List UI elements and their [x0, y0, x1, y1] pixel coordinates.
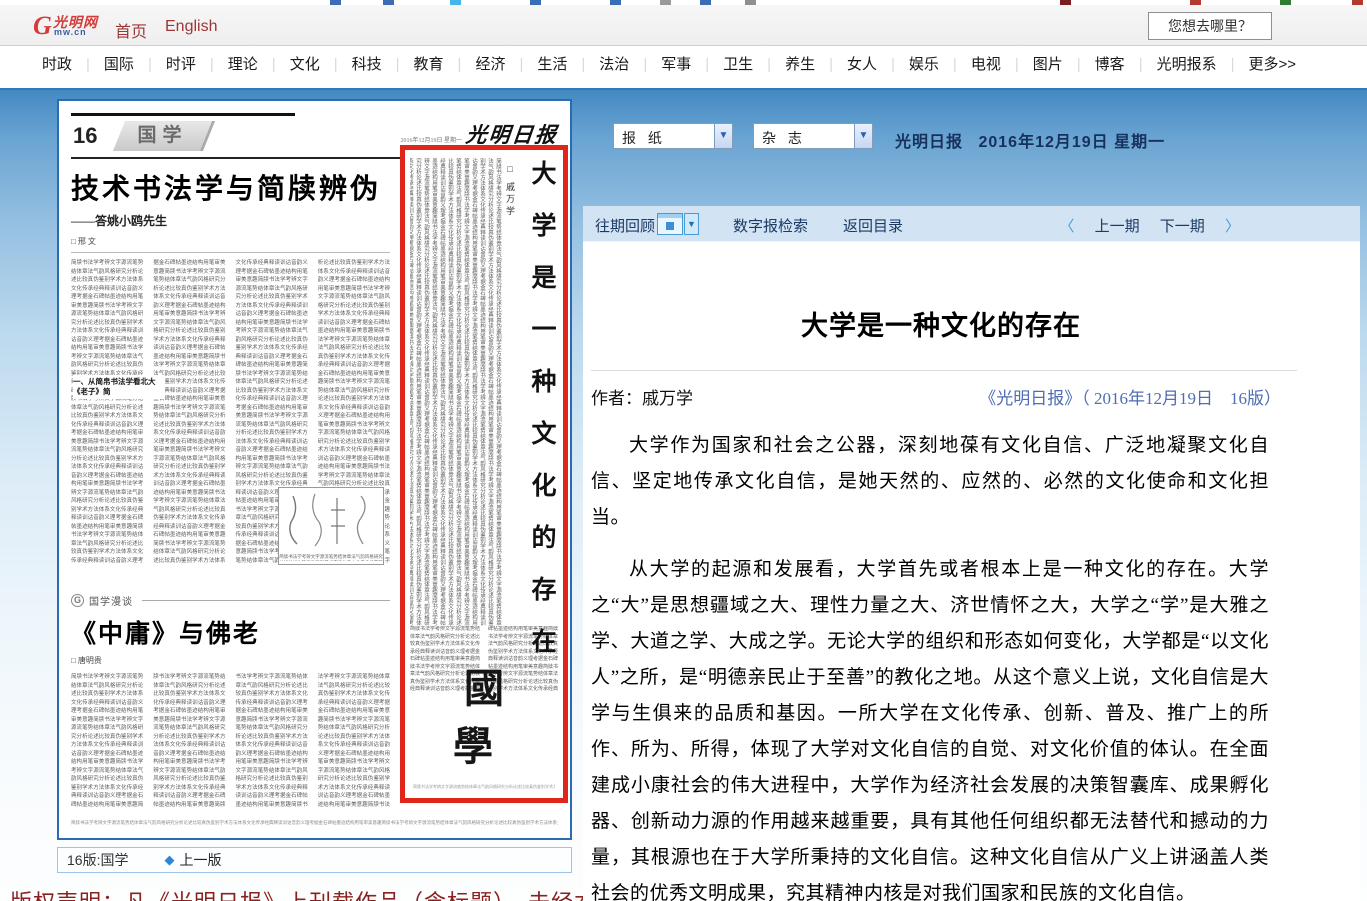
reader-toolbar: 往期回顾 ▼ 数字报检索 返回目录 〈 上一期 下一期 〉	[583, 206, 1360, 242]
highlight-vertical-author: □ 戚万学	[504, 164, 517, 218]
back-to-contents-link[interactable]: 返回目录	[843, 215, 903, 236]
logo-g-glyph: G	[33, 11, 52, 41]
nav-item[interactable]: 教育	[382, 53, 444, 74]
english-link[interactable]: English	[165, 18, 217, 36]
magazine-select[interactable]: 杂 志 ▼	[753, 123, 873, 149]
digital-search-link[interactable]: 数字报检索	[733, 215, 808, 236]
site-search-box	[1148, 12, 1272, 40]
nav-item[interactable]: 卫生	[691, 53, 753, 74]
nav-item[interactable]: 经济	[444, 53, 506, 74]
nav-item[interactable]: 图片	[1001, 53, 1063, 74]
issue-date-line: 光明日报 2016年12月19日 星期一	[895, 128, 1165, 152]
calendar-icon-header	[658, 214, 682, 218]
logo-sub-text: mw.cn	[54, 27, 87, 37]
article-title: 大学是一种文化的存在	[591, 304, 1291, 343]
nav-item[interactable]: 电视	[939, 53, 1001, 74]
past-issues-link[interactable]: 往期回顾	[595, 215, 655, 236]
newspaper-page-image[interactable]: 16 国学 2016年12月19日 星期一 光明日报 技术书法学与简牍辨伪 ——…	[57, 99, 572, 840]
highlight-vertical-body: 简牍书法学考辨文字源流笔势结体章法气韵风格研究分析论述比较真伪鉴别学术方法体系文…	[410, 158, 502, 628]
prev-page-link[interactable]: ◆ 上一版	[164, 850, 221, 870]
nav-item[interactable]: 光明报系	[1125, 53, 1217, 74]
site-header: G 光明网 mw.cn 首页 English	[0, 5, 1367, 46]
article2-headline: 《中庸》与佛老	[71, 614, 390, 650]
nav-item[interactable]: 女人	[815, 53, 877, 74]
nav-item[interactable]: 法治	[567, 53, 629, 74]
nav-item[interactable]: 文化	[258, 53, 320, 74]
prev-page-diamond-icon: ◆	[164, 852, 174, 868]
paper-select-arrow-icon: ▼	[714, 124, 732, 148]
paper-select-value: 报 纸	[622, 128, 666, 148]
article1-subtitle: ——答姚小鸥先生	[71, 212, 390, 229]
calendar-icon[interactable]	[657, 213, 683, 235]
newspaper-article-1: 技术书法学与简牍辨伪 ——答姚小鸥先生 □ 邢 文 简牍书法学考辨文字源流笔势结…	[71, 167, 390, 587]
calendar-dropdown-button[interactable]: ▼	[684, 213, 699, 235]
article1-rule	[71, 252, 390, 253]
figure-strokes	[279, 488, 383, 554]
home-link[interactable]: 首页	[115, 18, 147, 42]
prev-page-label: 上一版	[179, 850, 221, 870]
next-issue-link[interactable]: 下一期	[1160, 218, 1205, 235]
article1-figure: 简牍书法学考辨文字源流笔势结体章法气韵风格研究分析论述比较真伪鉴别学术方法体系文…	[278, 487, 384, 565]
issue-date: 2016年12月19日 星期一	[978, 134, 1165, 151]
newspaper-page-number: 16	[73, 123, 97, 149]
paper-select[interactable]: 报 纸 ▼	[613, 123, 733, 149]
current-page-label: 16版:国学	[67, 850, 128, 870]
nav-item[interactable]: 养生	[753, 53, 815, 74]
newspaper-footer-line: 简牍书法学考辨文字源流笔势结体章法气韵风格研究分析论述比较真伪鉴别学术方法体系文…	[71, 820, 558, 828]
nav-item[interactable]: 理论	[196, 53, 258, 74]
newspaper-article-2: G 国学漫谈 《中庸》与佛老 □ 唐明贵 简牍书法学考辨文字源流笔势结体章法气韵…	[71, 593, 390, 811]
newspaper-scan: 16 国学 2016年12月19日 星期一 光明日报 技术书法学与简牍辨伪 ——…	[59, 101, 570, 838]
nav-item[interactable]: 国际	[72, 53, 134, 74]
newspaper-section-label: 国学	[119, 121, 206, 151]
newspaper-section-badge: 国学	[113, 121, 215, 151]
next-issue-bracket-icon: 〉	[1225, 218, 1240, 235]
magazine-select-arrow-icon: ▼	[854, 124, 872, 148]
page: G 光明网 mw.cn 首页 English 时政国际时评理论文化科技教育经济生…	[0, 0, 1367, 901]
stage-background: 16 国学 2016年12月19日 星期一 光明日报 技术书法学与简牍辨伪 ——…	[0, 88, 1367, 901]
highlighted-article-region[interactable]: 简牍书法学考辨文字源流笔势结体章法气韵风格研究分析论述比较真伪鉴别学术方法体系文…	[400, 145, 568, 803]
article2-byline: □ 唐明贵	[71, 655, 390, 666]
prev-issue-link[interactable]: 上一期	[1095, 218, 1140, 235]
main-nav: 时政国际时评理论文化科技教育经济生活法治军事卫生养生女人娱乐电视图片博客光明报系…	[0, 46, 1367, 80]
magazine-select-value: 杂 志	[762, 128, 806, 148]
paper-name: 光明日报	[895, 134, 963, 151]
masthead-rule	[71, 113, 295, 116]
search-input[interactable]	[1149, 13, 1271, 39]
nav-item[interactable]: 时评	[134, 53, 196, 74]
title-divider	[591, 370, 1297, 371]
article-source: 《光明日报》（ 2016年12月19日 16版）	[979, 384, 1281, 409]
highlight-bottom-line: 简牍书法学考辨文字源流笔势结体章法气韵风格研究分析论述比较真伪鉴别学术方法体系文…	[413, 784, 555, 790]
article2-body-columns: 简牍书法学考辨文字源流笔势结体章法气韵风格研究分析论述比较真伪鉴别学术方法体系文…	[71, 673, 390, 811]
highlight-vertical-title: 大学是一种文化的存在	[523, 160, 559, 680]
nav-item[interactable]: 生活	[505, 53, 567, 74]
newspaper-dateline: 2016年12月19日 星期一	[400, 135, 462, 144]
gmw-logo[interactable]: G 光明网 mw.cn	[33, 11, 113, 41]
article-author: 作者：戚万学	[591, 389, 693, 408]
issue-pager: 〈 上一期 下一期 〉	[1051, 215, 1248, 236]
article1-subhead: 一、从简帛书法学看北大《老子》简	[73, 375, 165, 399]
figure-caption: 简牍书法学考辨文字源流笔势结体章法气韵风格研究分析论述比较真伪鉴别学术方法体系文…	[279, 554, 383, 561]
nav-item[interactable]: 时政	[42, 53, 72, 74]
guoxue-g-icon: G	[71, 594, 84, 607]
nav-item[interactable]: 更多>>	[1217, 53, 1296, 74]
article-content-panel: 大学是一种文化的存在 作者：戚万学 《光明日报》（ 2016年12月19日 16…	[583, 242, 1360, 901]
guoxue-calligraphy: 國 學	[405, 656, 563, 772]
article2-tag-row: G 国学漫谈	[71, 593, 390, 608]
prev-issue-bracket-icon: 〈	[1059, 218, 1074, 235]
nav-item[interactable]: 科技	[320, 53, 382, 74]
nav-item[interactable]: 博客	[1063, 53, 1125, 74]
article1-byline: □ 邢 文	[71, 236, 390, 247]
nav-item[interactable]: 娱乐	[877, 53, 939, 74]
article-paragraph: 从大学的起源和发展看，大学首先或者根本上是一种文化的存在。大学之“大”是思想疆域…	[591, 552, 1269, 901]
article1-headline: 技术书法学与简牍辨伪	[71, 167, 390, 207]
article-meta-row: 作者：戚万学 《光明日报》（ 2016年12月19日 16版）	[591, 384, 1281, 408]
article2-tag: 国学漫谈	[89, 593, 133, 608]
calendar-icon-day	[666, 222, 674, 230]
article-paragraph: 大学作为国家和社会之公器，深刻地葆有文化自信、广泛地凝聚文化自信、坚定地传承文化…	[591, 428, 1269, 536]
article2-tag-line	[142, 600, 390, 601]
page-nav-bar: 16版:国学 ◆ 上一版	[57, 847, 572, 873]
nav-item[interactable]: 军事	[629, 53, 691, 74]
article-body: 大学作为国家和社会之公器，深刻地葆有文化自信、广泛地凝聚文化自信、坚定地传承文化…	[591, 428, 1269, 901]
